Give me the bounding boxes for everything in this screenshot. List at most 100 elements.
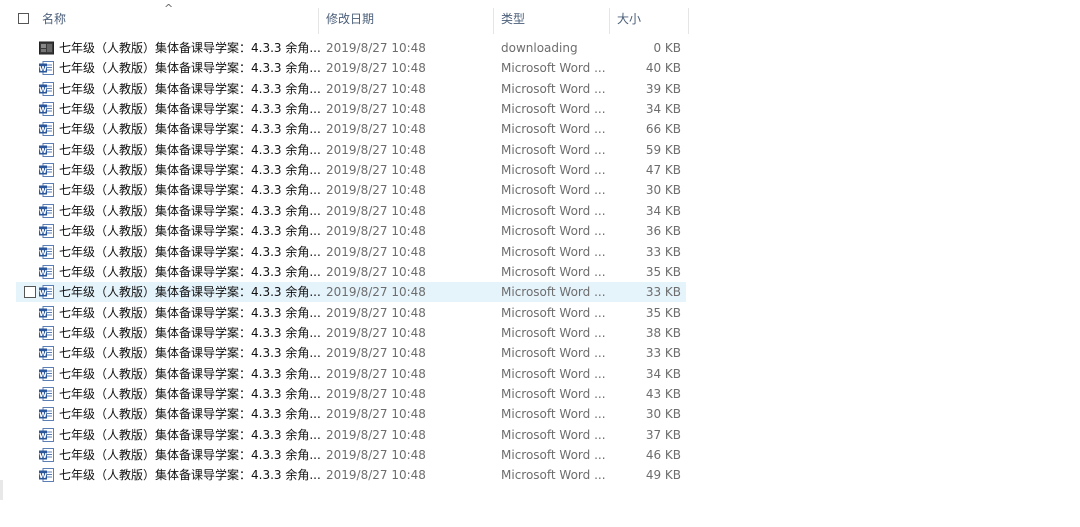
- column-header-type[interactable]: 类型: [501, 4, 601, 34]
- file-row[interactable]: W 七年级（人教版）集体备课导学案：4.3.3 余角... 2019/8/27 10…: [16, 343, 686, 363]
- svg-text:W: W: [39, 309, 47, 317]
- word-document-icon: W: [39, 224, 54, 239]
- word-document-icon: W: [39, 366, 54, 381]
- file-name[interactable]: 七年级（人教版）集体备课导学案：4.3.3 余角...: [59, 99, 321, 119]
- file-date-modified: 2019/8/27 10:48: [326, 183, 426, 198]
- file-name[interactable]: 七年级（人教版）集体备课导学案：4.3.3 余角...: [59, 465, 321, 485]
- file-name[interactable]: 七年级（人教版）集体备课导学案：4.3.3 余角...: [59, 303, 321, 323]
- file-name[interactable]: 七年级（人教版）集体备课导学案：4.3.3 余角...: [59, 242, 321, 262]
- file-type: Microsoft Word ...: [501, 468, 606, 483]
- file-row[interactable]: W 七年级（人教版）集体备课导学案：4.3.3 余角... 2019/8/27 10…: [16, 99, 686, 119]
- file-row[interactable]: W 七年级（人教版）集体备课导学案：4.3.3 余角... 2019/8/27 10…: [16, 364, 686, 384]
- file-type: Microsoft Word ...: [501, 427, 606, 442]
- file-type: Microsoft Word ...: [501, 224, 606, 239]
- file-row[interactable]: W 七年级（人教版）集体备课导学案：4.3.3 余角... 2019/8/27 10…: [16, 445, 686, 465]
- column-header-date-modified[interactable]: 修改日期: [326, 4, 486, 34]
- column-divider[interactable]: [318, 8, 319, 34]
- file-name[interactable]: 七年级（人教版）集体备课导学案：4.3.3 余角...: [59, 404, 321, 424]
- file-name[interactable]: 七年级（人教版）集体备课导学案：4.3.3 余角...: [59, 221, 321, 241]
- column-header-bar: ^ 名称 修改日期 类型 大小: [0, 2, 690, 34]
- file-name[interactable]: 七年级（人教版）集体备课导学案：4.3.3 余角...: [59, 38, 321, 58]
- svg-text:W: W: [39, 85, 47, 93]
- word-document-icon: W: [39, 305, 54, 320]
- file-name[interactable]: 七年级（人教版）集体备课导学案：4.3.3 余角...: [59, 445, 321, 465]
- file-row[interactable]: W 七年级（人教版）集体备课导学案：4.3.3 余角... 2019/8/27 10…: [16, 180, 686, 200]
- file-size: 30 KB: [645, 183, 681, 198]
- file-type: Microsoft Word ...: [501, 346, 606, 361]
- word-document-icon: W: [39, 122, 54, 137]
- svg-text:W: W: [39, 350, 47, 358]
- file-name[interactable]: 七年级（人教版）集体备课导学案：4.3.3 余角...: [59, 282, 321, 302]
- word-document-icon: W: [39, 448, 54, 462]
- file-row[interactable]: W 七年级（人教版）集体备课导学案：4.3.3 余角... 2019/8/27 10…: [16, 58, 686, 78]
- word-document-icon: W: [39, 244, 54, 259]
- svg-text:W: W: [39, 65, 47, 73]
- svg-text:W: W: [39, 126, 47, 134]
- file-date-modified: 2019/8/27 10:48: [326, 407, 426, 422]
- word-document-icon: W: [39, 264, 54, 279]
- scroll-edge: [0, 480, 3, 500]
- file-type: Microsoft Word ...: [501, 203, 606, 218]
- svg-text:W: W: [39, 248, 47, 256]
- word-document-icon: W: [39, 81, 54, 96]
- file-row[interactable]: W 七年级（人教版）集体备课导学案：4.3.3 余角... 2019/8/27 10…: [16, 119, 686, 139]
- file-row[interactable]: W 七年级（人教版）集体备课导学案：4.3.3 余角... 2019/8/27 10…: [16, 262, 686, 282]
- file-name[interactable]: 七年级（人教版）集体备课导学案：4.3.3 余角...: [59, 425, 321, 445]
- file-type: Microsoft Word ...: [501, 244, 606, 259]
- file-type: Microsoft Word ...: [501, 264, 606, 279]
- file-name[interactable]: 七年级（人教版）集体备课导学案：4.3.3 余角...: [59, 58, 321, 78]
- file-name[interactable]: 七年级（人教版）集体备课导学案：4.3.3 余角...: [59, 180, 321, 200]
- file-name[interactable]: 七年级（人教版）集体备课导学案：4.3.3 余角...: [59, 201, 321, 221]
- column-divider[interactable]: [493, 8, 494, 34]
- file-row[interactable]: W 七年级（人教版）集体备课导学案：4.3.3 余角... 2019/8/27 10…: [16, 384, 686, 404]
- select-all-checkbox[interactable]: [18, 13, 29, 24]
- file-name[interactable]: 七年级（人教版）集体备课导学案：4.3.3 余角...: [59, 323, 321, 343]
- file-row[interactable]: W 七年级（人教版）集体备课导学案：4.3.3 余角... 2019/8/27 10…: [16, 221, 686, 241]
- file-type: Microsoft Word ...: [501, 81, 606, 96]
- file-type: Microsoft Word ...: [501, 102, 606, 117]
- file-size: 34 KB: [645, 102, 681, 117]
- file-size: 47 KB: [645, 163, 681, 178]
- file-type: Microsoft Word ...: [501, 183, 606, 198]
- file-date-modified: 2019/8/27 10:48: [326, 142, 426, 157]
- file-date-modified: 2019/8/27 10:48: [326, 244, 426, 259]
- file-type: Microsoft Word ...: [501, 285, 606, 300]
- file-name[interactable]: 七年级（人教版）集体备课导学案：4.3.3 余角...: [59, 364, 321, 384]
- column-header-size[interactable]: 大小: [617, 4, 677, 34]
- file-row[interactable]: W 七年级（人教版）集体备课导学案：4.3.3 余角... 2019/8/27 10…: [16, 303, 686, 323]
- file-row[interactable]: W 七年级（人教版）集体备课导学案：4.3.3 余角... 2019/8/27 10…: [16, 404, 686, 424]
- file-name[interactable]: 七年级（人教版）集体备课导学案：4.3.3 余角...: [59, 160, 321, 180]
- file-name[interactable]: 七年级（人教版）集体备课导学案：4.3.3 余角...: [59, 343, 321, 363]
- file-row[interactable]: W 七年级（人教版）集体备课导学案：4.3.3 余角... 2019/8/27 10…: [16, 323, 686, 343]
- column-divider[interactable]: [609, 8, 610, 34]
- column-divider[interactable]: [688, 8, 689, 34]
- file-row[interactable]: W 七年级（人教版）集体备课导学案：4.3.3 余角... 2019/8/27 10…: [16, 160, 686, 180]
- file-row[interactable]: W 七年级（人教版）集体备课导学案：4.3.3 余角... 2019/8/27 10…: [16, 140, 686, 160]
- svg-text:W: W: [39, 187, 47, 195]
- file-date-modified: 2019/8/27 10:48: [326, 203, 426, 218]
- file-date-modified: 2019/8/27 10:48: [326, 264, 426, 279]
- file-row[interactable]: W 七年级（人教版）集体备课导学案：4.3.3 余角... 2019/8/27 10…: [16, 79, 686, 99]
- file-row[interactable]: W 七年级（人教版）集体备课导学案：4.3.3 余角... 2019/8/27 10…: [16, 465, 686, 485]
- file-name[interactable]: 七年级（人教版）集体备课导学案：4.3.3 余角...: [59, 384, 321, 404]
- file-row[interactable]: W 七年级（人教版）集体备课导学案：4.3.3 余角... 2019/8/27 10…: [16, 201, 686, 221]
- svg-text:W: W: [39, 106, 47, 114]
- file-size: 34 KB: [645, 366, 681, 381]
- file-size: 37 KB: [645, 427, 681, 442]
- row-checkbox[interactable]: [24, 286, 36, 299]
- file-row[interactable]: W 七年级（人教版）集体备课导学案：4.3.3 余角... 2019/8/27 10…: [16, 242, 686, 262]
- svg-text:W: W: [39, 269, 47, 277]
- column-header-name[interactable]: 名称: [42, 4, 312, 34]
- file-name[interactable]: 七年级（人教版）集体备课导学案：4.3.3 余角...: [59, 119, 321, 139]
- file-name[interactable]: 七年级（人教版）集体备课导学案：4.3.3 余角...: [59, 140, 321, 160]
- file-date-modified: 2019/8/27 10:48: [326, 325, 426, 340]
- file-row[interactable]: W 七年级（人教版）集体备课导学案：4.3.3 余角... 2019/8/27 10…: [16, 425, 686, 445]
- file-size: 59 KB: [645, 142, 681, 157]
- file-name[interactable]: 七年级（人教版）集体备课导学案：4.3.3 余角...: [59, 79, 321, 99]
- file-row[interactable]: W 七年级（人教版）集体备课导学案：4.3.3 余角... 2019/8/27 10…: [16, 282, 686, 303]
- file-row[interactable]: 七年级（人教版）集体备课导学案：4.3.3 余角... 2019/8/27 10:…: [16, 38, 686, 58]
- file-date-modified: 2019/8/27 10:48: [326, 102, 426, 117]
- file-name[interactable]: 七年级（人教版）集体备课导学案：4.3.3 余角...: [59, 262, 321, 282]
- file-type: Microsoft Word ...: [501, 448, 606, 462]
- file-type: Microsoft Word ...: [501, 163, 606, 178]
